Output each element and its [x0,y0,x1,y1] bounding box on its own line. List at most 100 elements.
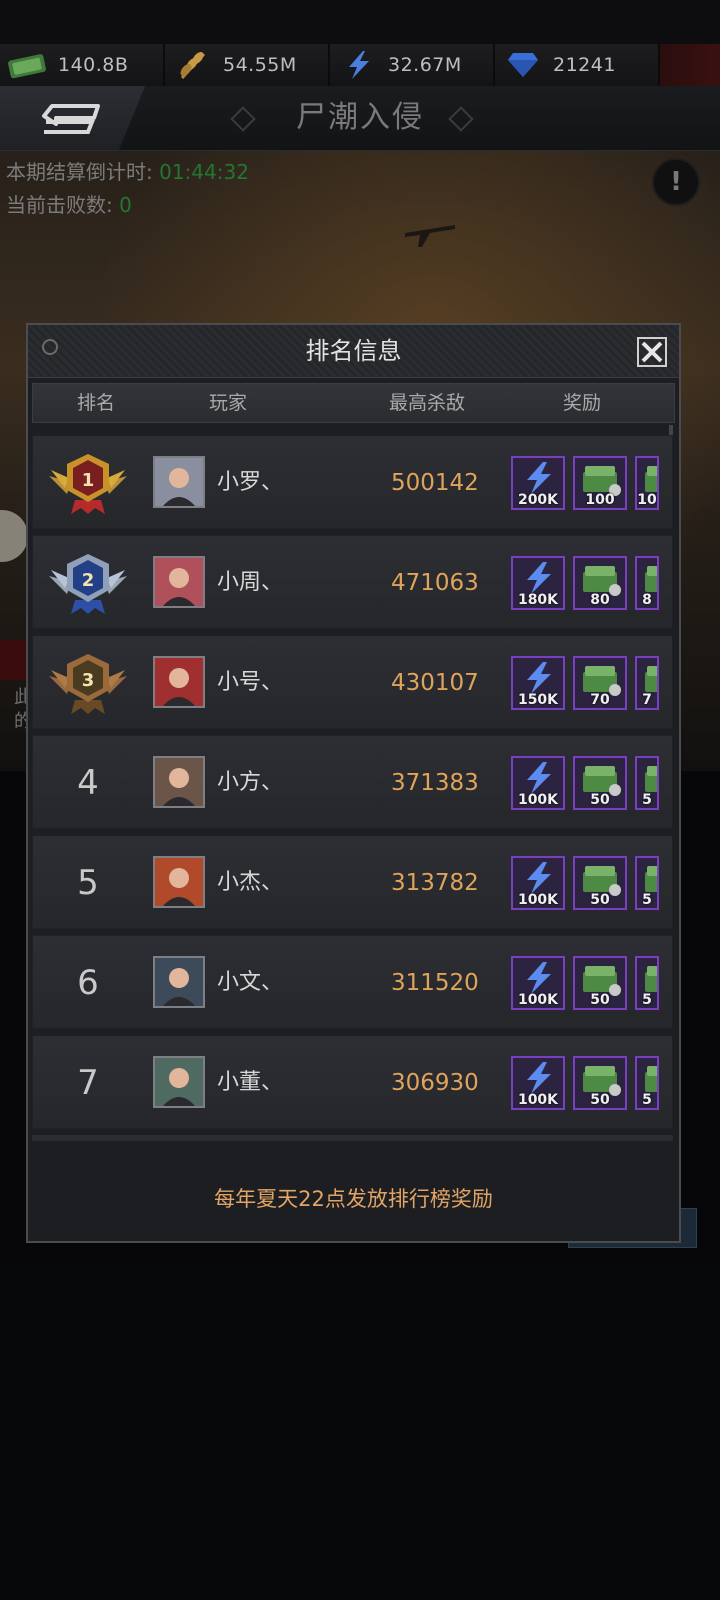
reward-amount: 180K [517,592,559,608]
resource-cash[interactable]: 140.8B [0,44,165,86]
rank-medal-gold-icon: 1 [49,454,127,514]
rank-medal-silver-icon: 2 [49,554,127,614]
table-row[interactable]: 5 小杰、 313782 100K 50 5 [32,835,673,929]
player-avatar[interactable] [153,556,205,608]
reward-item[interactable]: 10 [635,456,659,510]
player-kills: 500142 [391,470,479,496]
reward-amount: 5 [642,992,652,1008]
player-avatar[interactable] [153,956,205,1008]
reward-amount: 70 [590,692,610,708]
reward-item[interactable]: 5 [635,1056,659,1110]
table-row[interactable]: 6 小文、 311520 100K 50 5 [32,935,673,1029]
reward-item[interactable]: 5 [635,856,659,910]
reward-item[interactable]: 7 [635,656,659,710]
rank-number: 4 [77,763,99,803]
rank-medal-number: 1 [82,470,95,491]
player-name: 小周、 [217,570,284,595]
reward-item[interactable]: 100 [573,456,627,510]
reward-amount: 80 [590,592,610,608]
cash-value: 140.8B [58,54,129,76]
reward-item[interactable]: 200K [511,456,565,510]
cash-icon [6,48,50,82]
reward-item[interactable]: 180K [511,556,565,610]
column-header: 排名 玩家 最高杀敌 奖励 [32,383,675,423]
reward-item[interactable]: 70 [573,656,627,710]
table-row[interactable]: 3 小号、 430107 150K 70 7 [32,635,673,729]
table-row[interactable]: 7 小董、 306930 100K 50 5 [32,1035,673,1129]
reward-item[interactable]: 50 [573,956,627,1010]
rank-medal-bronze-icon: 3 [49,654,127,714]
page-title: 尸潮入侵 [296,100,424,135]
player-name: 小董、 [217,1070,284,1095]
resource-energy[interactable]: 32.67M [330,44,495,86]
rank-medal-number: 3 [82,670,95,691]
player-name: 小杰、 [217,870,284,895]
reward-item[interactable]: 100K [511,756,565,810]
reward-item[interactable]: 100K [511,856,565,910]
close-icon[interactable] [635,335,669,369]
resource-extra [660,44,720,86]
table-row[interactable]: 4 小方、 371383 100K 50 5 [32,735,673,829]
reward-amount: 50 [590,792,610,808]
table-row[interactable]: 2 小周、 471063 180K 80 8 [32,535,673,629]
modal-header: 排名信息 [28,325,679,378]
ranking-list[interactable]: 1 小罗、 500142 200K 100 10 2 小周、 4 7 10 6 3 180K [32,435,673,1135]
reward-amount: 10 [637,492,657,508]
resource-bar: 140.8B 54.55M 32.67M 21241 [0,44,720,86]
rank-number: 6 [77,963,99,1003]
reward-item[interactable]: 50 [573,756,627,810]
reward-item[interactable]: 5 [635,956,659,1010]
reward-amount: 7 [642,692,652,708]
reward-amount: 200K [517,492,559,508]
player-kills: 311520 [391,970,479,996]
reward-amount: 50 [590,1092,610,1108]
player-avatar[interactable] [153,656,205,708]
reward-amount: 100 [585,492,615,508]
player-kills: 371383 [391,770,479,796]
player-name: 小方、 [217,770,284,795]
reward-amount: 100K [517,1092,559,1108]
player-name: 小罗、 [217,470,284,495]
resource-wheat[interactable]: 54.55M [165,44,330,86]
reward-item[interactable]: 100K [511,1056,565,1110]
reward-item[interactable]: 5 [635,756,659,810]
title-bar: 尸潮入侵 [0,86,720,151]
player-kills: 430107 [391,670,479,696]
reward-amount: 100K [517,992,559,1008]
ranking-modal: 排名信息 排名 玩家 最高杀敌 奖励 1 小罗、 500142 200K 100 [26,323,681,1243]
player-name: 小文、 [217,970,284,995]
lightning-icon [336,48,380,82]
reward-item[interactable]: 100K [511,956,565,1010]
player-avatar[interactable] [153,1056,205,1108]
diamond-icon [501,48,545,82]
reward-item[interactable]: 8 [635,556,659,610]
reward-amount: 8 [642,592,652,608]
reward-amount: 150K [517,692,559,708]
reward-item[interactable]: 150K [511,656,565,710]
reward-amount: 5 [642,792,652,808]
status-bar [0,0,720,44]
column-player: 玩家 [209,392,248,414]
player-kills: 306930 [391,1070,479,1096]
rank-medal-number: 2 [82,570,95,591]
reward-item[interactable]: 50 [573,1056,627,1110]
reward-amount: 50 [590,992,610,1008]
player-avatar[interactable] [153,756,205,808]
reward-item[interactable]: 50 [573,856,627,910]
wheat-icon [171,48,215,82]
table-row[interactable]: 1 小罗、 500142 200K 100 10 [32,435,673,529]
rank-number: 5 [77,863,99,903]
column-reward: 奖励 [563,392,602,414]
player-kills: 313782 [391,870,479,896]
column-kills: 最高杀敌 [389,392,466,414]
reward-amount: 100K [517,892,559,908]
modal-title: 排名信息 [305,337,402,365]
wheat-value: 54.55M [223,54,297,76]
reward-amount: 50 [590,892,610,908]
player-avatar[interactable] [153,856,205,908]
reward-schedule-note: 每年夏天22点发放排行榜奖励 [214,1187,493,1211]
player-avatar[interactable] [153,456,205,508]
resource-diamond[interactable]: 21241 [495,44,660,86]
rank-number: 7 [77,1063,99,1103]
reward-item[interactable]: 80 [573,556,627,610]
